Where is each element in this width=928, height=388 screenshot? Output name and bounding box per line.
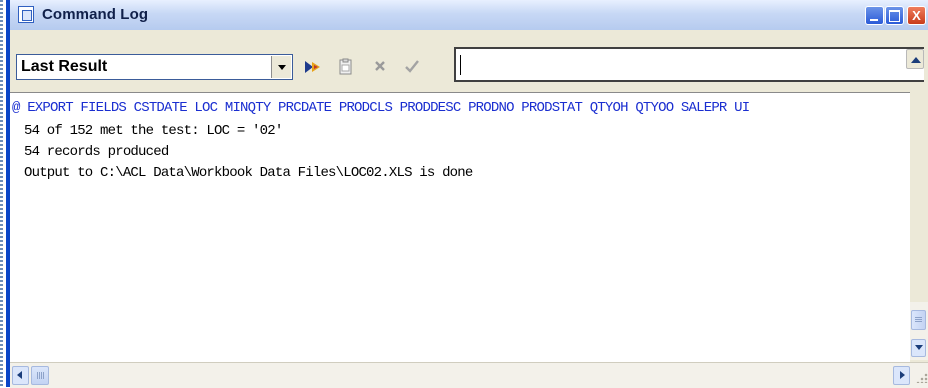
app-icon [18, 6, 34, 23]
run-icon[interactable] [303, 58, 323, 76]
log-command-line: @ EXPORT FIELDS CSTDATE LOC MINQTY PRCDA… [12, 100, 750, 116]
result-select-value: Last Result [21, 58, 108, 75]
scroll-down-icon[interactable] [911, 339, 926, 357]
result-select[interactable]: Last Result [16, 54, 293, 80]
maximize-button[interactable] [885, 6, 904, 25]
resize-grip-icon[interactable] [916, 369, 928, 383]
title-bar[interactable]: Command Log X [10, 0, 928, 31]
minimize-button[interactable] [865, 6, 884, 25]
toolbar: Last Result [10, 30, 928, 92]
copy-icon[interactable] [336, 58, 356, 76]
command-log-window: Command Log X Last Result @ EXPORT FIELD… [6, 0, 928, 388]
scroll-left-icon[interactable] [12, 366, 29, 385]
log-output-line: 54 of 152 met the test: LOC = '02' [24, 123, 283, 139]
log-output-line: 54 records produced [24, 144, 169, 160]
window-title: Command Log [42, 6, 149, 23]
log-output-line: Output to C:\ACL Data\Workbook Data File… [24, 165, 473, 181]
clear-icon[interactable] [370, 58, 390, 76]
horizontal-scroll-thumb[interactable] [31, 366, 49, 385]
scroll-up-icon[interactable] [906, 49, 924, 69]
text-caret [460, 55, 461, 75]
horizontal-scrollbar[interactable] [10, 362, 928, 388]
desktop-edge [0, 0, 3, 387]
command-log-output[interactable]: @ EXPORT FIELDS CSTDATE LOC MINQTY PRCDA… [10, 92, 910, 362]
vertical-scrollbar[interactable] [910, 302, 928, 360]
scroll-right-icon[interactable] [893, 366, 910, 385]
close-button[interactable]: X [907, 6, 926, 25]
chevron-down-icon[interactable] [271, 56, 291, 78]
command-input[interactable] [454, 47, 924, 82]
vertical-scroll-thumb[interactable] [911, 310, 926, 330]
accept-icon[interactable] [402, 58, 422, 76]
